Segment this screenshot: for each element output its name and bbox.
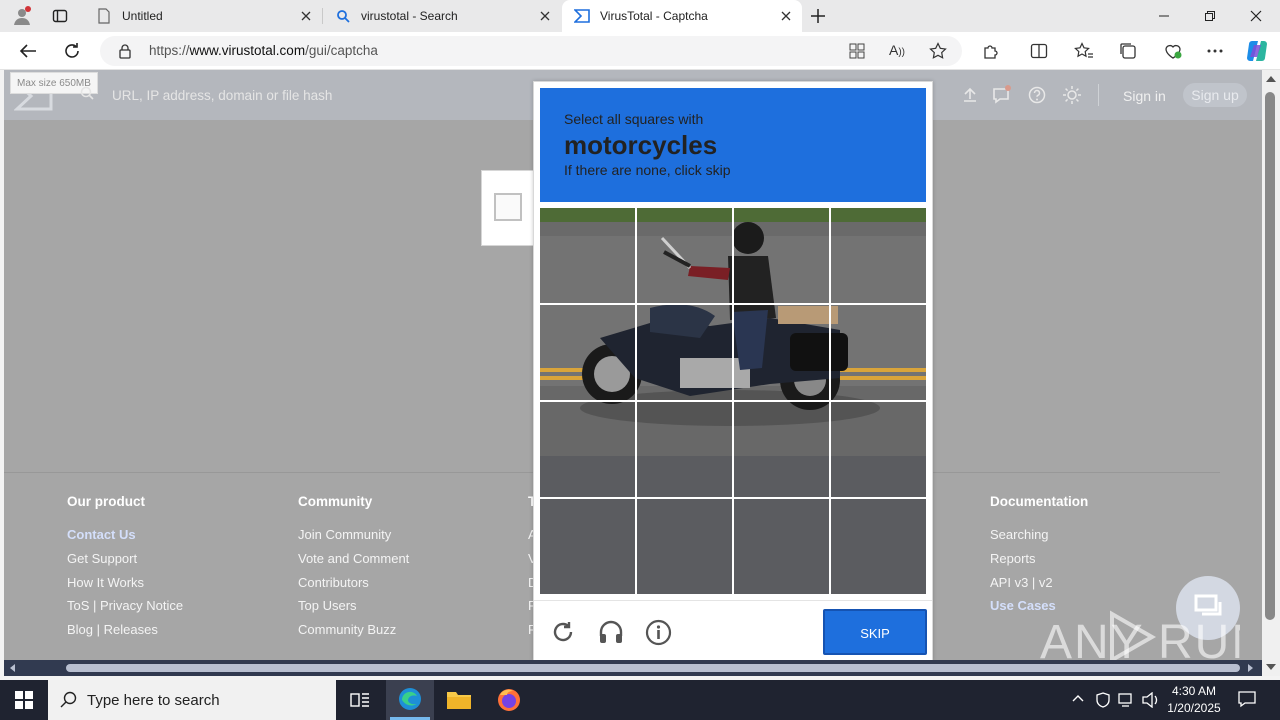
url-text[interactable]: https://www.virustotal.com/gui/captcha: [149, 43, 378, 58]
footer-link-contributors[interactable]: Contributors: [298, 575, 369, 590]
file-explorer-icon[interactable]: [446, 688, 472, 710]
anyrun-logo: ANY RUN: [1040, 610, 1240, 668]
footer-heading-community: Community: [298, 494, 373, 509]
restore-icon[interactable]: [1187, 0, 1233, 32]
vertical-scrollbar-thumb[interactable]: [1265, 92, 1275, 620]
captcha-skip-hint: If there are none, click skip: [564, 162, 731, 178]
search-input[interactable]: URL, IP address, domain or file hash: [112, 88, 332, 103]
refresh-icon[interactable]: [57, 36, 87, 66]
header-divider: [1098, 84, 1099, 106]
motorcycle-photo: [540, 208, 926, 594]
close-icon[interactable]: [537, 8, 553, 24]
extensions-icon[interactable]: [982, 42, 1000, 60]
back-arrow-icon[interactable]: [13, 36, 43, 66]
windows-start-icon[interactable]: [15, 691, 33, 709]
collections-icon[interactable]: [1119, 42, 1137, 60]
sign-in-link[interactable]: Sign in: [1123, 88, 1166, 104]
minimize-icon[interactable]: [1141, 0, 1187, 32]
clock-time: 4:30 AM: [1171, 684, 1217, 698]
profile-avatar-icon[interactable]: [12, 6, 32, 26]
close-window-icon[interactable]: [1233, 0, 1279, 32]
captcha-checkbox[interactable]: [494, 193, 522, 221]
system-clock[interactable]: 4:30 AM 1/20/2025: [1162, 683, 1226, 717]
upload-icon[interactable]: [962, 87, 978, 103]
info-icon[interactable]: [645, 619, 672, 646]
page-icon: [96, 8, 112, 24]
url-path: /gui/captcha: [305, 43, 378, 58]
firefox-icon[interactable]: [496, 687, 522, 713]
plus-icon[interactable]: [810, 8, 826, 24]
taskbar-search-input[interactable]: Type here to search: [87, 692, 220, 709]
footer-link-vote-comment[interactable]: Vote and Comment: [298, 551, 409, 566]
tab-actions-icon[interactable]: [52, 8, 68, 24]
theme-toggle-icon[interactable]: [1062, 85, 1082, 105]
footer-link-contact-us[interactable]: Contact Us: [67, 527, 136, 542]
url-host: www.virustotal.com: [189, 43, 306, 58]
footer-heading-documentation: Documentation: [990, 494, 1089, 509]
security-icon[interactable]: [1096, 692, 1110, 708]
taskbar-edge-button[interactable]: [386, 680, 434, 720]
read-aloud-icon[interactable]: A)): [889, 42, 905, 58]
virustotal-logo-icon: [574, 8, 590, 24]
url-prefix: https://: [149, 43, 190, 58]
app-available-icon[interactable]: [849, 43, 865, 59]
tab-untitled[interactable]: Untitled: [84, 0, 322, 32]
footer-link-blog-releases[interactable]: Blog | Releases: [67, 622, 158, 637]
notifications-icon[interactable]: [992, 85, 1012, 105]
lock-icon[interactable]: [118, 43, 132, 59]
network-icon[interactable]: [1118, 692, 1136, 708]
scroll-left-arrow-icon[interactable]: [10, 664, 15, 672]
browser-title-bar: Untitled virustotal - Search VirusTotal …: [0, 0, 1280, 32]
footer-link-searching[interactable]: Searching: [990, 527, 1049, 542]
tab-virustotal-search[interactable]: virustotal - Search: [323, 0, 561, 32]
copilot-icon[interactable]: [1245, 40, 1269, 62]
horizontal-scrollbar-thumb[interactable]: [66, 664, 1240, 672]
clock-date: 1/20/2025: [1167, 701, 1221, 715]
scroll-down-arrow-icon[interactable]: [1266, 664, 1276, 670]
audio-challenge-headphones-icon[interactable]: [598, 619, 624, 645]
notifications-center-icon[interactable]: [1238, 690, 1256, 708]
more-options-icon[interactable]: [1207, 49, 1223, 53]
close-icon[interactable]: [778, 8, 794, 24]
favorite-star-icon[interactable]: [929, 42, 947, 60]
scroll-right-arrow-icon[interactable]: [1248, 664, 1253, 672]
footer-link-top-users[interactable]: Top Users: [298, 598, 357, 613]
show-hidden-icons-chevron-icon[interactable]: [1072, 694, 1084, 702]
footer-link-join-community[interactable]: Join Community: [298, 527, 391, 542]
favorites-icon[interactable]: [1074, 42, 1094, 60]
scroll-up-arrow-icon[interactable]: [1266, 76, 1276, 82]
refresh-icon[interactable]: [551, 620, 575, 644]
tab-title: VirusTotal - Captcha: [600, 9, 708, 23]
captcha-target: motorcycles: [564, 130, 718, 160]
task-view-icon[interactable]: [350, 690, 370, 710]
footer-link-how-it-works[interactable]: How It Works: [67, 575, 144, 590]
tab-title: Untitled: [122, 9, 163, 23]
tab-virustotal-captcha[interactable]: VirusTotal - Captcha: [562, 0, 802, 32]
search-icon: [80, 86, 94, 100]
sign-up-button[interactable]: Sign up: [1183, 83, 1247, 107]
footer-link-api[interactable]: API v3 | v2: [990, 575, 1053, 590]
tab-title: virustotal - Search: [361, 9, 458, 23]
captcha-footer-divider: [534, 600, 932, 601]
footer-link-get-support[interactable]: Get Support: [67, 551, 137, 566]
footer-heading-our-product: Our product: [67, 494, 145, 509]
search-icon: [60, 691, 78, 709]
anyrun-watermark: ANY RUN: [1040, 606, 1240, 668]
split-screen-icon[interactable]: [1030, 42, 1048, 60]
help-icon[interactable]: [1028, 86, 1046, 104]
search-icon: [335, 8, 351, 24]
footer-link-community-buzz[interactable]: Community Buzz: [298, 622, 396, 637]
volume-icon[interactable]: [1142, 692, 1160, 708]
captcha-image-grid[interactable]: [540, 208, 926, 594]
footer-link-reports[interactable]: Reports: [990, 551, 1036, 566]
close-icon[interactable]: [298, 8, 314, 24]
browser-essentials-icon[interactable]: [1163, 42, 1183, 60]
skip-button[interactable]: SKIP: [823, 609, 927, 655]
footer-link-tos-privacy[interactable]: ToS | Privacy Notice: [67, 598, 183, 613]
captcha-instruction: Select all squares with: [564, 111, 704, 127]
edge-icon: [390, 688, 430, 720]
